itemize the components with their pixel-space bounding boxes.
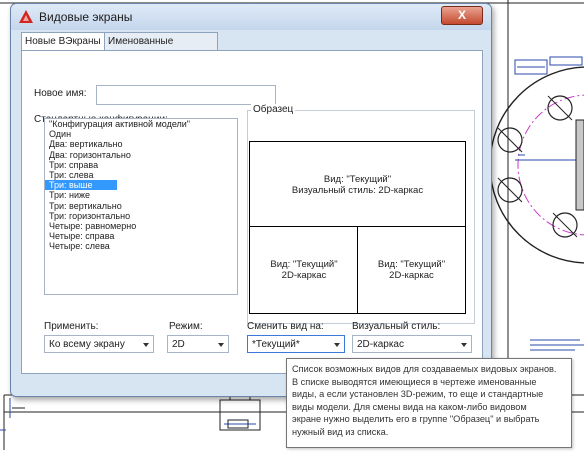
change-view-select-value: *Текущий* (252, 339, 300, 350)
view-list-tooltip: Список возможных видов для создаваемых в… (286, 358, 572, 448)
list-item[interactable]: Два: вертикально (45, 139, 237, 149)
viewport-br-style-label: 2D-каркас (389, 270, 434, 281)
chevron-down-icon (461, 343, 467, 347)
list-item[interactable]: Два: горизонтально (45, 150, 237, 160)
viewport-bl-style-label: 2D-каркас (281, 270, 327, 281)
viewport-bl-view-label: Вид: "Текущий" (270, 259, 338, 270)
list-item[interactable]: Три: выше (45, 180, 117, 191)
close-button[interactable]: X (441, 6, 483, 25)
tab-named-viewports[interactable]: Именованные ВЭкраны (104, 32, 218, 64)
autocad-logo-icon (19, 10, 33, 28)
standard-configs-list[interactable]: "Конфигурация активной модели" Один Два: в… (44, 118, 238, 295)
tooltip-line: Список возможных видов для создаваемых в… (292, 364, 557, 374)
new-name-label: Новое имя: (34, 88, 87, 99)
list-item[interactable]: Три: справа (45, 160, 237, 170)
sample-group-title: Образец (251, 104, 296, 115)
chevron-down-icon (143, 343, 149, 347)
viewport-preview-bottom-left[interactable]: Вид: "Текущий" 2D-каркас (249, 226, 359, 314)
dialog-title: Видовые экраны (39, 10, 133, 24)
visual-style-select[interactable]: 2D-каркас (352, 335, 472, 353)
apply-select[interactable]: Ко всему экрану (44, 335, 154, 353)
tab-panel: Новое имя: Стандартные конфигурации: "Ко… (21, 50, 483, 374)
apply-label: Применить: (44, 321, 99, 332)
change-view-label: Сменить вид на: (247, 321, 324, 332)
tooltip-line: виды модели. Для смены вида на каком-либ… (292, 401, 527, 412)
visual-style-select-value: 2D-каркас (357, 339, 404, 350)
list-item[interactable]: "Конфигурация активной модели" (45, 119, 237, 129)
viewport-preview-top[interactable]: Вид: "Текущий" Визуальный стиль: 2D-карк… (249, 141, 466, 228)
tab-new-viewports[interactable]: Новые ВЭкраны (21, 32, 107, 51)
mode-select-value: 2D (172, 339, 185, 350)
list-item[interactable]: Три: ниже (45, 190, 237, 200)
list-item[interactable]: Четыре: справа (45, 231, 237, 241)
tooltip-line: нужный вид из списка. (292, 426, 389, 437)
chevron-down-icon (218, 343, 224, 347)
viewport-top-view-label: Вид: "Текущий" (323, 173, 392, 185)
new-name-input[interactable] (96, 85, 276, 105)
mode-select[interactable]: 2D (167, 335, 229, 353)
viewports-dialog: Видовые экраны X Новые ВЭкраны Именованн… (10, 3, 492, 397)
chevron-down-icon (334, 343, 340, 347)
tooltip-line: экране нужно выделить его в группе "Обра… (292, 414, 540, 425)
change-view-select[interactable]: *Текущий* (247, 335, 345, 353)
visual-style-label: Визуальный стиль: (352, 321, 441, 332)
tooltip-line: В списке выводятся имеющиеся в чертеже и… (292, 376, 537, 387)
list-item[interactable]: Три: слева (45, 170, 237, 180)
list-item[interactable]: Четыре: равномерно (45, 221, 237, 231)
title-bar[interactable]: Видовые экраны X (11, 4, 491, 30)
list-item[interactable]: Три: горизонтально (45, 211, 237, 221)
viewport-preview-bottom-right[interactable]: Вид: "Текущий" 2D-каркас (357, 226, 466, 314)
mode-label: Режим: (169, 321, 203, 332)
list-item[interactable]: Три: вертикально (45, 201, 237, 211)
viewport-top-style-label: Визуальный стиль: 2D-каркас (291, 184, 424, 196)
list-item[interactable]: Четыре: слева (45, 241, 237, 251)
list-item[interactable]: Один (45, 129, 237, 139)
viewport-br-view-label: Вид: "Текущий" (377, 259, 446, 270)
tooltip-line: виды, а если установлен 3D-режим, то еще… (292, 389, 544, 400)
apply-select-value: Ко всему экрану (49, 339, 125, 350)
